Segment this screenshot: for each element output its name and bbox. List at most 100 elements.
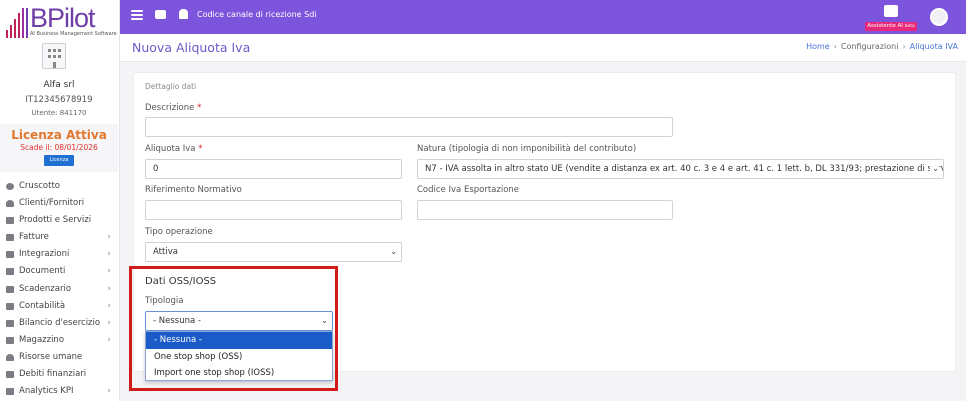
natura-select-value: N7 - IVA assolta in altro stato UE (vend…	[425, 164, 944, 174]
balance-icon	[6, 319, 14, 327]
top-navbar: Codice canale di ricezione Sdi Assistent…	[120, 0, 966, 34]
natura-select[interactable]: N7 - IVA assolta in altro stato UE (vend…	[417, 159, 944, 179]
breadcrumb-separator: ›	[833, 42, 837, 51]
sidebar-item-cruscotto[interactable]: Cruscotto	[0, 178, 118, 195]
tipo-operazione-label: Tipo operazione	[145, 227, 213, 237]
sidebar-item-label: Risorse umane	[19, 351, 83, 362]
breadcrumb-section[interactable]: Configurazioni	[841, 42, 899, 51]
sidebar-item-prodotti[interactable]: Prodotti e Servizi	[0, 212, 118, 229]
sidebar-item-integrazioni[interactable]: Integrazioni ›	[0, 246, 118, 263]
page-header: Nuova Aliquota Iva Home › Configurazioni › A…	[120, 34, 966, 62]
sidebar-item-debiti[interactable]: Debiti finanziari	[0, 366, 118, 383]
sidebar-item-label: Contabilità	[19, 300, 66, 311]
descrizione-label: Descrizione *	[145, 103, 201, 113]
chart-icon	[6, 388, 14, 396]
company-building-icon	[42, 43, 66, 69]
sidebar-menu: Cruscotto Clienti/Fornitori Prodotti e S…	[0, 178, 118, 400]
breadcrumb: Home › Configurazioni › Aliquota IVA	[806, 42, 958, 51]
sidebar: BPilot AI Business Management Software A…	[0, 0, 120, 401]
breadcrumb-current: Aliquota IVA	[909, 42, 958, 51]
tipo-operazione-value: Attiva	[153, 247, 178, 257]
bell-icon[interactable]	[179, 9, 188, 19]
sidebar-item-label: Bilancio d'esercizio	[19, 317, 101, 328]
sdi-code-label[interactable]: Codice canale di ricezione Sdi	[197, 10, 317, 19]
company-name: Alfa srl	[43, 80, 75, 90]
license-title: Licenza Attiva	[11, 128, 107, 142]
book-icon	[6, 302, 14, 310]
chevron-right-icon: ›	[107, 386, 111, 397]
user-icon	[6, 200, 14, 208]
license-expiry: Scade il: 08/01/2026	[20, 143, 98, 152]
company-vat: IT12345678919	[25, 95, 93, 105]
aliquota-label-text: Aliquota Iva	[145, 144, 196, 154]
sidebar-item-label: Magazzino	[19, 334, 65, 345]
ai-assistant-badge: Assistente AI beta	[865, 22, 917, 31]
sidebar-item-label: Analytics KPI	[19, 386, 74, 397]
natura-label: Natura (tipologia di non imponibilità de…	[417, 144, 637, 154]
user-avatar[interactable]	[930, 8, 948, 26]
chevron-right-icon: ›	[107, 334, 111, 345]
bpilot-logo[interactable]: BPilot AI Business Management Software	[6, 3, 117, 38]
breadcrumb-separator: ›	[902, 42, 906, 51]
highlight-box	[129, 266, 338, 391]
sidebar-item-scadenzario[interactable]: Scadenzario ›	[0, 281, 118, 298]
chevron-down-icon: ⌄	[390, 247, 397, 256]
ai-chat-icon	[884, 5, 898, 17]
ai-assistant-button[interactable]: Assistente AI beta	[865, 5, 917, 31]
chevron-right-icon: ›	[107, 300, 111, 311]
document-icon	[6, 268, 14, 276]
page-title: Nuova Aliquota Iva	[132, 40, 251, 55]
finance-icon	[6, 371, 14, 379]
chevron-right-icon: ›	[107, 266, 111, 277]
license-button[interactable]: Licenza	[44, 155, 74, 166]
company-user: Utente: 841170	[31, 109, 87, 117]
chevron-right-icon: ›	[107, 317, 111, 328]
sidebar-item-label: Debiti finanziari	[19, 369, 87, 380]
sidebar-item-label: Prodotti e Servizi	[19, 215, 92, 226]
money-icon	[6, 285, 14, 293]
sidebar-item-label: Cruscotto	[19, 181, 60, 191]
codice-esportazione-label: Codice Iva Esportazione	[417, 185, 520, 195]
logo-brand-text: BPilot	[30, 3, 96, 33]
required-marker: *	[197, 103, 202, 113]
sidebar-item-clienti[interactable]: Clienti/Fornitori	[0, 195, 118, 212]
chat-icon[interactable]	[155, 10, 166, 19]
riferimento-label: Riferimento Normativo	[145, 185, 242, 195]
descrizione-input[interactable]	[145, 117, 673, 137]
section-title: Dettaglio dati	[145, 82, 197, 91]
sidebar-item-label: Fatture	[19, 232, 49, 243]
ai-assistant-label: Assistente AI	[867, 23, 903, 29]
sidebar-item-fatture[interactable]: Fatture ›	[0, 229, 118, 246]
chevron-down-icon: ⌄	[930, 160, 939, 178]
integration-icon	[6, 251, 14, 259]
chevron-right-icon: ›	[107, 283, 111, 294]
descrizione-label-text: Descrizione	[145, 103, 195, 113]
sidebar-item-bilancio[interactable]: Bilancio d'esercizio ›	[0, 315, 118, 332]
ai-assistant-tag: beta	[904, 24, 915, 29]
logo-tagline: AI Business Management Software	[30, 31, 117, 37]
shop-icon	[6, 217, 14, 225]
sidebar-item-documenti[interactable]: Documenti ›	[0, 263, 118, 280]
sidebar-item-label: Scadenzario	[19, 283, 72, 294]
aliquota-label: Aliquota Iva *	[145, 144, 202, 154]
warehouse-icon	[6, 336, 14, 344]
breadcrumb-home[interactable]: Home	[806, 42, 830, 51]
sidebar-item-risorse-umane[interactable]: Risorse umane	[0, 349, 118, 366]
invoice-icon	[6, 234, 14, 242]
sidebar-item-magazzino[interactable]: Magazzino ›	[0, 332, 118, 349]
sidebar-item-label: Clienti/Fornitori	[19, 198, 85, 209]
chevron-right-icon: ›	[107, 232, 111, 243]
dashboard-icon	[6, 183, 14, 190]
codice-esportazione-input[interactable]	[417, 200, 673, 220]
aliquota-input[interactable]: 0	[145, 159, 402, 179]
license-panel: Licenza Attiva Scade il: 08/01/2026 Lice…	[0, 124, 118, 172]
riferimento-input[interactable]	[145, 200, 402, 220]
people-icon	[6, 353, 14, 361]
required-marker: *	[198, 144, 203, 154]
sidebar-item-contabilita[interactable]: Contabilità ›	[0, 298, 118, 315]
chevron-right-icon: ›	[107, 249, 111, 260]
hamburger-menu-icon[interactable]	[131, 10, 143, 20]
tipo-operazione-select[interactable]: Attiva ⌄	[145, 242, 402, 262]
sidebar-item-label: Integrazioni	[19, 249, 70, 260]
sidebar-item-analytics[interactable]: Analytics KPI ›	[0, 383, 118, 400]
